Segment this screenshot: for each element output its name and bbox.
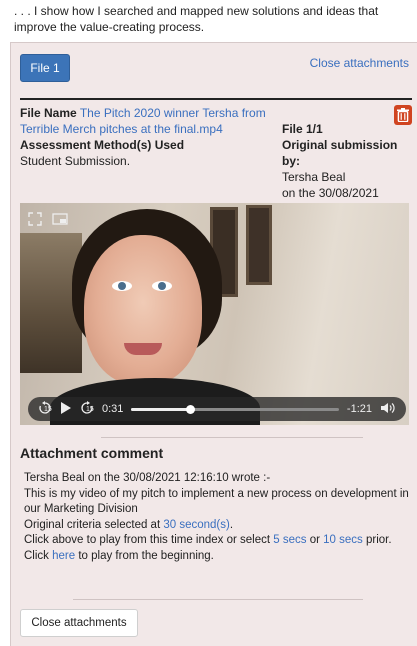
play-prefix: Click above to play from this time index… (24, 534, 274, 546)
fullscreen-icon[interactable] (28, 211, 42, 229)
current-time: 0:31 (102, 403, 124, 415)
attachment-comment-body: Tersha Beal on the 30/08/2021 12:16:10 w… (24, 471, 410, 564)
submitter-name: Tersha Beal (282, 170, 346, 184)
attachments-panel: File 1 Close attachments File Name The P… (10, 42, 417, 646)
criteria-time-link[interactable]: 30 second(s) (163, 519, 229, 531)
file-name-label: File Name (20, 106, 77, 120)
play-options-line: Click above to play from this time index… (24, 533, 410, 549)
criteria-suffix: . (229, 518, 234, 531)
close-attachments-link[interactable]: Close attachments (310, 56, 409, 70)
submission-info: File 1/1 Original submission by: Tersha … (282, 121, 412, 201)
volume-icon[interactable] (380, 402, 396, 417)
here-link[interactable]: here (52, 550, 75, 562)
video-person-eye (112, 281, 132, 291)
criteria-line: Original criteria selected at 30 second(… (24, 518, 410, 534)
video-progress-slider[interactable] (131, 404, 339, 414)
assessment-method-label: Assessment Method(s) Used (20, 138, 185, 152)
divider (73, 599, 363, 600)
video-person-face (84, 235, 202, 385)
tab-file-1[interactable]: File 1 (20, 54, 70, 82)
video-controls-bar: 15 15 0:31 -1:21 (28, 397, 406, 421)
play-icon[interactable] (60, 401, 72, 418)
divider (20, 98, 412, 100)
video-person-eye (152, 281, 172, 291)
submission-label: Original submission by: (282, 138, 398, 168)
five-secs-link[interactable]: 5 secs (273, 534, 306, 546)
picture-in-picture-icon[interactable] (52, 212, 68, 228)
video-background-frame (246, 205, 272, 285)
video-top-controls (28, 209, 96, 231)
submission-date: on the 30/08/2021 (282, 186, 379, 200)
beginning-suffix: to play from the beginning. (75, 549, 214, 562)
video-progress-knob[interactable] (185, 404, 195, 414)
play-beginning-line: Click here to play from the beginning. (24, 549, 410, 565)
criteria-prefix: Original criteria selected at (24, 518, 164, 531)
click-word: Click (24, 549, 53, 562)
video-person-mouth (124, 343, 162, 355)
ten-secs-link[interactable]: 10 secs (323, 534, 363, 546)
comment-author-line: Tersha Beal on the 30/08/2021 12:16:10 w… (24, 472, 271, 484)
criteria-description: . . . I show how I searched and mapped n… (14, 4, 379, 34)
close-attachments-button[interactable]: Close attachments (20, 609, 138, 637)
play-suffix: prior. (362, 534, 392, 546)
video-progress-fill (131, 407, 190, 411)
remaining-time: -1:21 (346, 403, 372, 415)
skip-forward-seconds: 15 (86, 405, 94, 413)
assessment-method-value: Student Submission. (20, 154, 131, 168)
file-details: File Name The Pitch 2020 winner Tersha f… (20, 105, 270, 169)
attachment-comment-title: Attachment comment (20, 445, 164, 461)
comment-text: This is my video of my pitch to implemen… (24, 487, 409, 516)
divider (101, 437, 363, 438)
file-index: File 1/1 (282, 122, 323, 136)
video-player[interactable]: 15 15 0:31 -1:21 (20, 203, 409, 425)
skip-back-seconds: 15 (44, 405, 52, 413)
or-word: or (306, 534, 324, 546)
